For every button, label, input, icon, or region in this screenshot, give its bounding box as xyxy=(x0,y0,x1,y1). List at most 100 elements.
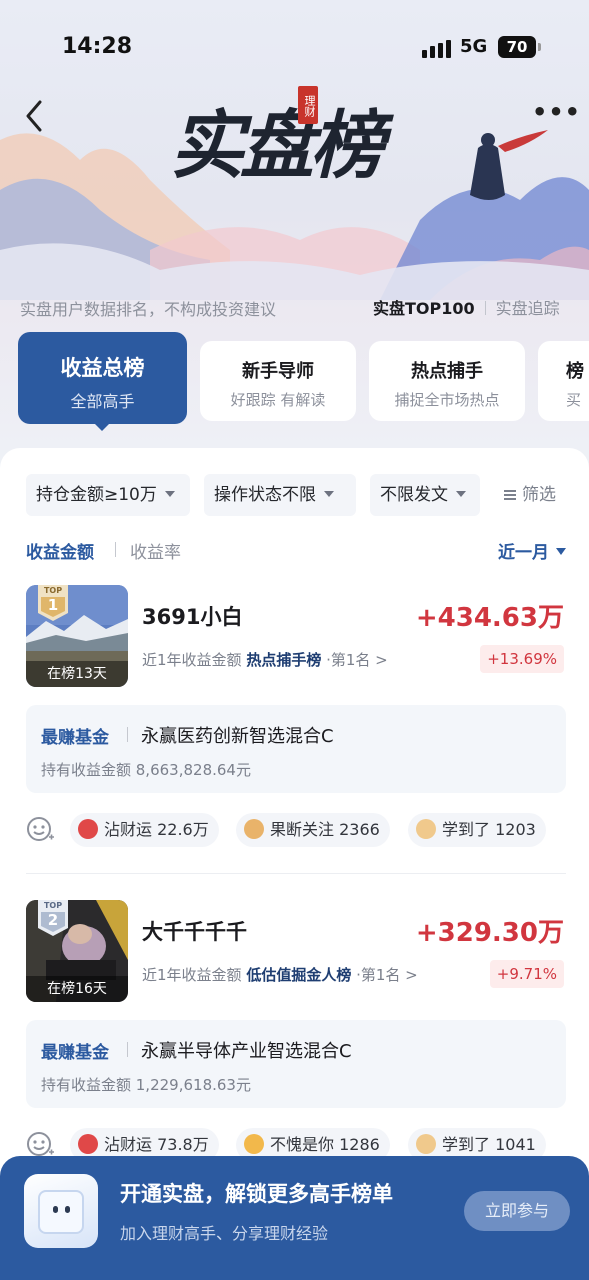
profit-amount: +434.63万 xyxy=(415,603,564,633)
page-title-logo: 实盘榜 理财 xyxy=(170,86,430,196)
back-arrow-icon[interactable] xyxy=(20,96,50,136)
red-lucky-icon xyxy=(78,819,98,839)
reaction-label: 沾财运 73.8万 xyxy=(104,1135,209,1154)
tab-subtitle: 全部高手 xyxy=(70,392,135,411)
reaction-label: 学到了 1203 xyxy=(442,820,536,839)
fund-name: 永赢半导体产业智选混合C xyxy=(141,1041,352,1062)
filter-post-status[interactable]: 不限发文 xyxy=(370,474,480,516)
period-label: 近一月 xyxy=(498,543,549,563)
sub-prefix: 近1年收益金额 xyxy=(142,966,247,984)
mascot-face xyxy=(38,1190,84,1234)
reaction-follow[interactable]: 果断关注 2366 xyxy=(236,813,390,847)
caret-down-icon xyxy=(556,548,566,555)
rank-entry[interactable]: TOP 1 在榜13天 3691小白 +434.63万 近1年收益金额 热点捕手… xyxy=(26,585,566,855)
disclaimer-text: 实盘用户数据排名，不构成投资建议 xyxy=(20,300,277,319)
board-name: 低估值掘金人榜 xyxy=(246,966,352,984)
page-title: 实盘榜 xyxy=(170,103,384,189)
board-link[interactable]: 近1年收益金额 热点捕手榜 ·第1名 > xyxy=(142,649,388,670)
tab-title: 新手导师 xyxy=(242,361,314,382)
profit-amount: +329.30万 xyxy=(415,918,564,948)
sort-by-amount[interactable]: 收益金额 xyxy=(26,538,94,563)
reaction-label: 沾财运 22.6万 xyxy=(104,820,209,839)
tab-title: 热点捕手 xyxy=(411,361,483,382)
board-rank: ·第1名 > xyxy=(351,966,418,984)
fund-holding-profit: 持有收益金额 8,663,828.64元 xyxy=(41,761,251,779)
rank-entry[interactable]: TOP 2 在榜16天 大千千千千 +329.30万 近1年收益金额 低估值掘金… xyxy=(26,900,566,1170)
reaction-label: 不愧是你 1286 xyxy=(270,1135,380,1154)
fund-name: 永赢医药创新智选混合C xyxy=(141,726,334,747)
chevron-down-icon xyxy=(456,491,466,497)
link-divider xyxy=(484,301,486,315)
seal-stamp: 理财 xyxy=(298,86,318,124)
tab-subtitle: 好跟踪 有解读 xyxy=(230,391,326,409)
battery-icon: 70 xyxy=(498,36,541,58)
avatar[interactable]: TOP 1 在榜13天 xyxy=(26,585,128,687)
tab-novice-mentor[interactable]: 新手导师 好跟踪 有解读 xyxy=(200,341,356,421)
reaction-bar: 沾财运 22.6万 果断关注 2366 学到了 1203 xyxy=(26,813,566,847)
screen-label: 筛选 xyxy=(522,485,556,505)
reaction-label: 果断关注 2366 xyxy=(270,820,380,839)
rank-label: TOP xyxy=(43,586,63,595)
praise-hands-icon xyxy=(416,1134,436,1154)
tab-title: 榜 xyxy=(566,361,584,382)
signal-icon xyxy=(422,40,451,58)
tab-total-earnings[interactable]: 收益总榜 全部高手 xyxy=(18,332,187,424)
board-rank: ·第1名 > xyxy=(321,651,388,669)
doge-icon xyxy=(244,819,264,839)
top-fund-card[interactable]: 最赚基金 永赢半导体产业智选混合C 持有收益金额 1,229,618.63元 xyxy=(26,1020,566,1108)
mascot-icon xyxy=(24,1174,98,1248)
reaction-lucky[interactable]: 沾财运 22.6万 xyxy=(70,813,219,847)
user-name[interactable]: 3691小白 xyxy=(142,601,242,631)
return-rate-badge: +9.71% xyxy=(489,960,564,988)
chevron-down-icon xyxy=(164,491,175,497)
board-link[interactable]: 近1年收益金额 低估值掘金人榜 ·第1名 > xyxy=(142,964,418,985)
user-name[interactable]: 大千千千千 xyxy=(142,916,247,946)
tab-title: 收益总榜 xyxy=(60,356,145,380)
red-lucky-icon xyxy=(78,1134,98,1154)
network-type: 5G xyxy=(460,36,488,57)
fund-divider xyxy=(127,727,128,742)
days-on-list: 在榜13天 xyxy=(26,661,128,687)
screen-button[interactable]: 筛选 xyxy=(504,474,556,516)
filter-holding-amount[interactable]: 持仓金额≥10万 xyxy=(26,474,190,516)
rank-number: 1 xyxy=(47,596,59,614)
tab-partial[interactable]: 榜 买 xyxy=(538,341,589,421)
praise-hands-icon xyxy=(416,819,436,839)
banner-subtitle: 加入理财高手、分享理财经验 xyxy=(120,1224,329,1243)
status-bar: 14:28 5G 70 xyxy=(0,30,589,66)
status-time: 14:28 xyxy=(62,34,133,59)
top-fund-card[interactable]: 最赚基金 永赢医药创新智选混合C 持有收益金额 8,663,828.64元 xyxy=(26,705,566,793)
entry-divider xyxy=(26,873,566,874)
add-emoji-icon[interactable] xyxy=(26,815,54,843)
sort-by-rate[interactable]: 收益率 xyxy=(130,538,181,563)
reaction-learned[interactable]: 学到了 1203 xyxy=(408,813,546,847)
tab-hotspot-catcher[interactable]: 热点捕手 捕捉全市场热点 xyxy=(369,341,525,421)
fund-tag: 最赚基金 xyxy=(41,728,109,748)
board-name: 热点捕手榜 xyxy=(246,651,322,669)
filter-operation-status[interactable]: 操作状态不限 xyxy=(204,474,356,516)
promo-banner[interactable]: 开通实盘，解锁更多高手榜单 加入理财高手、分享理财经验 立即参与 xyxy=(0,1156,589,1280)
join-now-button[interactable]: 立即参与 xyxy=(464,1191,570,1231)
link-tracking[interactable]: 实盘追踪 xyxy=(496,299,560,318)
sort-row: 收益金额 收益率 近一月 xyxy=(26,538,566,564)
fund-tag: 最赚基金 xyxy=(41,1043,109,1063)
add-emoji-icon[interactable] xyxy=(26,1130,54,1158)
reaction-label: 学到了 1041 xyxy=(442,1135,536,1154)
chevron-down-icon xyxy=(324,491,334,497)
avatar[interactable]: TOP 2 在榜16天 xyxy=(26,900,128,1002)
tab-subtitle: 捕捉全市场热点 xyxy=(394,391,500,409)
rank-label: TOP xyxy=(43,901,63,910)
more-options-icon[interactable]: ••• xyxy=(532,100,580,130)
return-rate-badge: +13.69% xyxy=(480,645,564,673)
filter-label: 操作状态不限 xyxy=(214,485,316,505)
category-tabs: 收益总榜 全部高手 新手导师 好跟踪 有解读 热点捕手 捕捉全市场热点 榜 买 xyxy=(18,332,589,424)
link-top100[interactable]: 实盘TOP100 xyxy=(373,299,475,318)
filter-lines-icon xyxy=(504,490,516,500)
fund-holding-profit: 持有收益金额 1,229,618.63元 xyxy=(41,1076,251,1094)
filter-bar: 持仓金额≥10万 操作状态不限 不限发文 筛选 xyxy=(26,474,589,516)
sub-prefix: 近1年收益金额 xyxy=(142,651,247,669)
period-select[interactable]: 近一月 xyxy=(498,538,566,563)
banner-title: 开通实盘，解锁更多高手榜单 xyxy=(120,1182,393,1206)
filter-label: 持仓金额≥10万 xyxy=(36,485,157,505)
fund-divider xyxy=(127,1042,128,1057)
